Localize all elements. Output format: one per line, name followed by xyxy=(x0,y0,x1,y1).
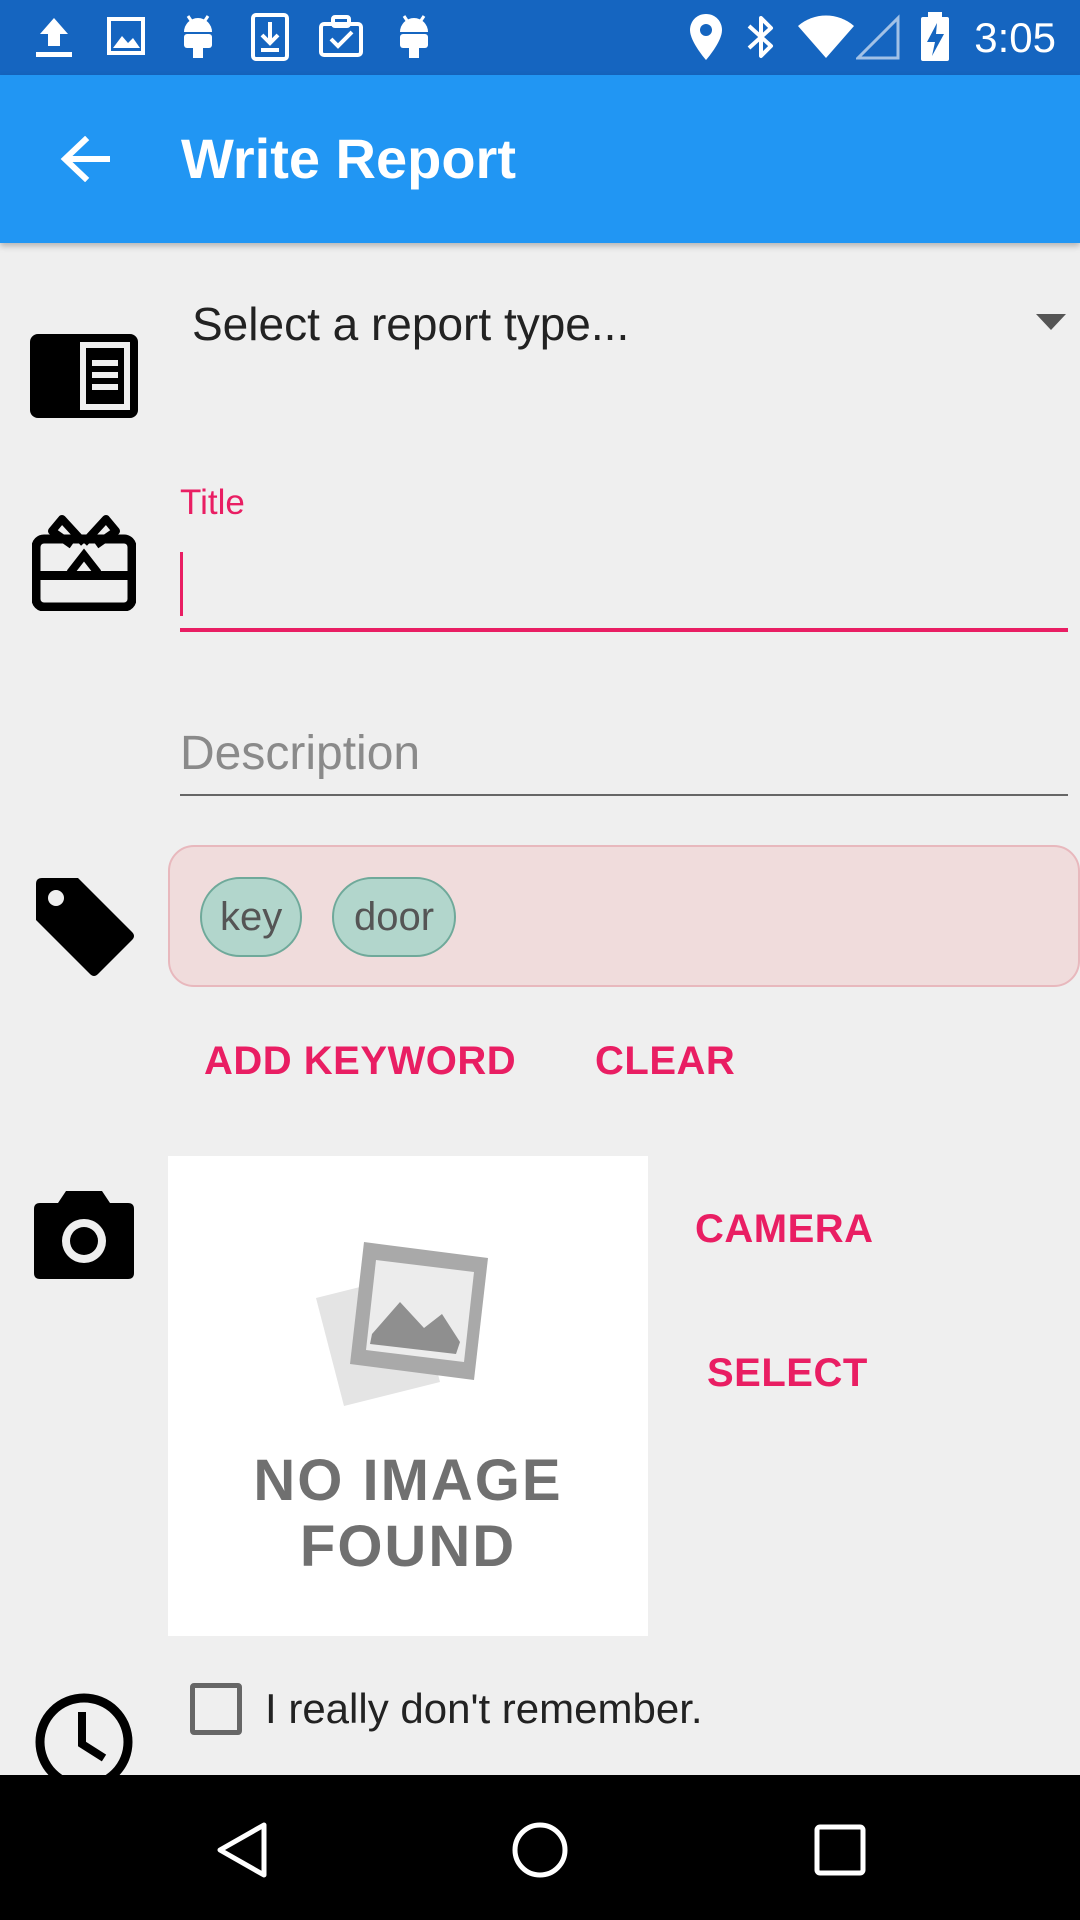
camera-button[interactable]: CAMERA xyxy=(695,1205,874,1253)
nav-recents-button[interactable] xyxy=(790,1805,890,1895)
bluetooth-icon xyxy=(747,16,773,58)
image-icon xyxy=(107,17,145,55)
app-bar: Write Report xyxy=(0,75,1080,243)
no-image-icon xyxy=(316,1242,488,1406)
dont-remember-checkbox[interactable] xyxy=(190,1683,242,1735)
battery-charging-icon xyxy=(921,12,949,61)
status-bar: 3:05 xyxy=(0,0,1080,75)
camera-icon-wrap xyxy=(30,1188,138,1282)
back-button[interactable] xyxy=(40,119,130,199)
keyword-chip[interactable]: door xyxy=(332,877,456,957)
title-input[interactable] xyxy=(180,540,1068,632)
status-time: 3:05 xyxy=(974,14,1056,61)
chevron-down-icon xyxy=(1036,314,1066,330)
report-type-icon-wrap xyxy=(26,330,142,422)
recents-square-icon xyxy=(814,1824,866,1876)
keyword-box[interactable]: key door xyxy=(168,845,1080,987)
arrow-back-icon xyxy=(60,136,110,182)
clipboard-check-icon xyxy=(319,15,363,57)
signal-icon xyxy=(856,14,900,60)
tag-icon-wrap xyxy=(30,874,138,978)
android-icon xyxy=(184,15,212,58)
report-type-spinner[interactable]: Select a report type... xyxy=(178,288,1080,368)
dont-remember-label: I really don't remember. xyxy=(265,1685,703,1732)
text-caret xyxy=(180,552,183,616)
add-keyword-button[interactable]: ADD KEYWORD xyxy=(204,1037,516,1085)
keyword-chip[interactable]: key xyxy=(200,877,302,957)
nav-back-button[interactable] xyxy=(192,1805,292,1895)
nav-home-button[interactable] xyxy=(490,1805,590,1895)
nav-bar xyxy=(0,1775,1080,1920)
redeem-icon xyxy=(32,515,136,611)
report-type-selected: Select a report type... xyxy=(192,298,630,350)
upload-icon xyxy=(36,18,72,57)
download-icon xyxy=(251,13,289,61)
android-icon xyxy=(400,15,428,58)
camera-icon xyxy=(34,1191,134,1279)
location-icon xyxy=(690,14,722,60)
select-button[interactable]: SELECT xyxy=(707,1349,868,1397)
home-circle-icon xyxy=(512,1822,568,1878)
report-icon xyxy=(30,334,138,418)
no-image-line1: NO IMAGE xyxy=(253,1448,563,1513)
page-title: Write Report xyxy=(181,127,516,190)
no-image-line2: FOUND xyxy=(299,1514,517,1579)
image-placeholder: NO IMAGE FOUND xyxy=(168,1156,648,1636)
clock-icon xyxy=(35,1693,133,1775)
back-triangle-icon xyxy=(217,1822,267,1878)
title-label: Title xyxy=(180,483,245,522)
clear-button[interactable]: CLEAR xyxy=(595,1037,735,1085)
wifi-icon xyxy=(798,15,854,58)
title-icon-wrap xyxy=(30,514,138,612)
tag-icon xyxy=(36,878,134,976)
description-input[interactable] xyxy=(180,712,1068,796)
clock-icon-wrap xyxy=(30,1690,138,1775)
